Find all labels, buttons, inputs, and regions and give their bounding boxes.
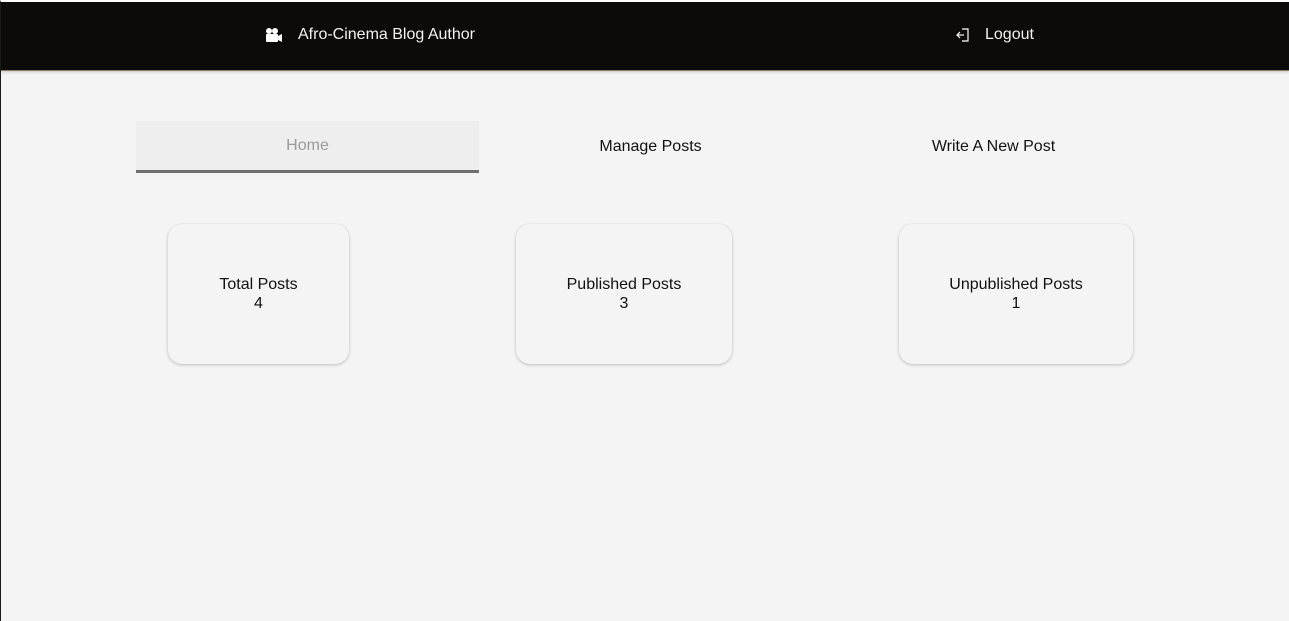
top-navbar: Afro-Cinema Blog Author Logout: [1, 2, 1289, 71]
video-camera-icon: [265, 27, 283, 43]
stat-label: Published Posts: [566, 276, 682, 293]
stat-value: 1: [1011, 295, 1021, 312]
logout-button[interactable]: Logout: [955, 26, 1034, 44]
stat-value: 4: [254, 295, 263, 312]
tab-write-new-post[interactable]: Write A New Post: [822, 121, 1165, 173]
logout-label: Logout: [985, 26, 1034, 43]
stat-value: 3: [619, 295, 629, 312]
tab-home[interactable]: Home: [136, 121, 479, 173]
main-tabs: Home Manage Posts Write A New Post: [136, 121, 1166, 173]
stat-label: Unpublished Posts: [949, 276, 1083, 293]
tab-manage-posts[interactable]: Manage Posts: [479, 121, 822, 173]
unpublished-posts-card: Unpublished Posts 1: [899, 224, 1133, 364]
sign-out-icon: [955, 27, 971, 43]
published-posts-card: Published Posts 3: [516, 224, 732, 364]
total-posts-card: Total Posts 4: [168, 224, 349, 364]
brand-title: Afro-Cinema Blog Author: [298, 26, 475, 43]
stat-label: Total Posts: [219, 276, 298, 293]
brand-link[interactable]: Afro-Cinema Blog Author: [265, 26, 475, 44]
app-window: Afro-Cinema Blog Author Logout Home Mana…: [0, 0, 1289, 621]
